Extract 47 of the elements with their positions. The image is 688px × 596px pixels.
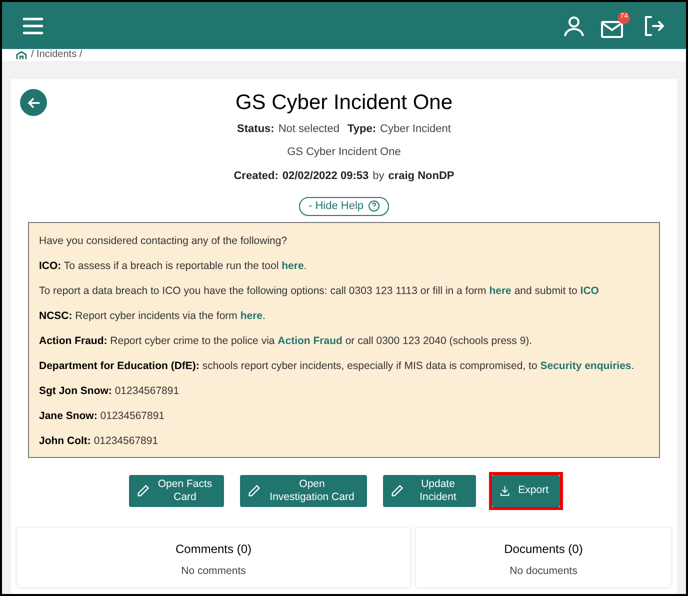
logout-icon [642, 14, 666, 38]
help-text: Have you considered contacting any of the following? [39, 234, 288, 248]
pencil-icon [136, 484, 150, 498]
menu-icon [22, 16, 44, 34]
panel-title: Documents (0) [504, 540, 583, 558]
help-icon [368, 200, 380, 212]
status-label: Status: [237, 122, 274, 137]
hide-help-button[interactable]: - Hide Help [299, 196, 389, 216]
action-button[interactable]: Open Investigation Card [240, 474, 366, 506]
incident-title: GS Cyber Incident One [235, 90, 453, 116]
created-date: 02/02/2022 09:53 [282, 169, 369, 184]
download-icon [498, 484, 510, 498]
panel-empty-text: No comments [181, 564, 246, 578]
created-by: by [372, 169, 384, 184]
panel-title: Comments (0) [175, 540, 252, 558]
help-text: NCSC: Report cyber incidents via the form here. [39, 308, 266, 324]
export-button[interactable]: Export [492, 474, 560, 506]
help-link[interactable]: here [489, 284, 512, 296]
type-value: Cyber Incident [380, 122, 451, 137]
help-link[interactable]: here [282, 260, 304, 272]
help-text: Action Fraud: Report cyber crime to the police via Action Fraud or call 0300 123 2040 (schools press 9). [39, 334, 534, 348]
help-link[interactable]: ICO [580, 284, 599, 296]
help-text: To report a data breach to ICO you have the following options: call 0303 123 1113 or fill in a form here and submit to ICO [39, 284, 600, 298]
breadcrumb-link[interactable]: / Incidents / [31, 50, 82, 60]
help-link[interactable]: Action Fraud [278, 334, 342, 346]
type-label: Type: [347, 122, 376, 137]
panel-empty-text: No documents [510, 564, 578, 578]
help-text: Department for Education (DfE): schools report cyber incidents, especially if MIS data is compromised, to Security enquiries. [39, 358, 636, 374]
logout-button[interactable] [642, 14, 666, 38]
pencil-icon [390, 484, 404, 498]
user-icon [562, 14, 586, 38]
created-label: Created: [234, 169, 278, 184]
help-text: John Colt: 01234567891 [39, 434, 160, 448]
back-button[interactable] [20, 89, 47, 116]
author-name: craig NonDP [388, 169, 454, 184]
help-text: ICO: To assess if a breach is reportable run the tool here. [39, 258, 308, 274]
incident-description: GS Cyber Incident One [287, 144, 401, 160]
action-button[interactable]: Open Facts Card [128, 474, 224, 506]
help-link[interactable]: Security enquiries [540, 360, 632, 372]
help-text: Sgt Jon Snow: 01234567891 [39, 384, 180, 398]
pencil-icon [246, 484, 260, 498]
profile-button[interactable] [562, 14, 586, 38]
help-text: Jane Snow: 01234567891 [39, 408, 166, 424]
status-value: Not selected [278, 122, 340, 137]
action-button[interactable]: Update Incident [382, 474, 476, 506]
home-icon[interactable] [16, 50, 27, 60]
help-link[interactable]: here [240, 310, 263, 322]
